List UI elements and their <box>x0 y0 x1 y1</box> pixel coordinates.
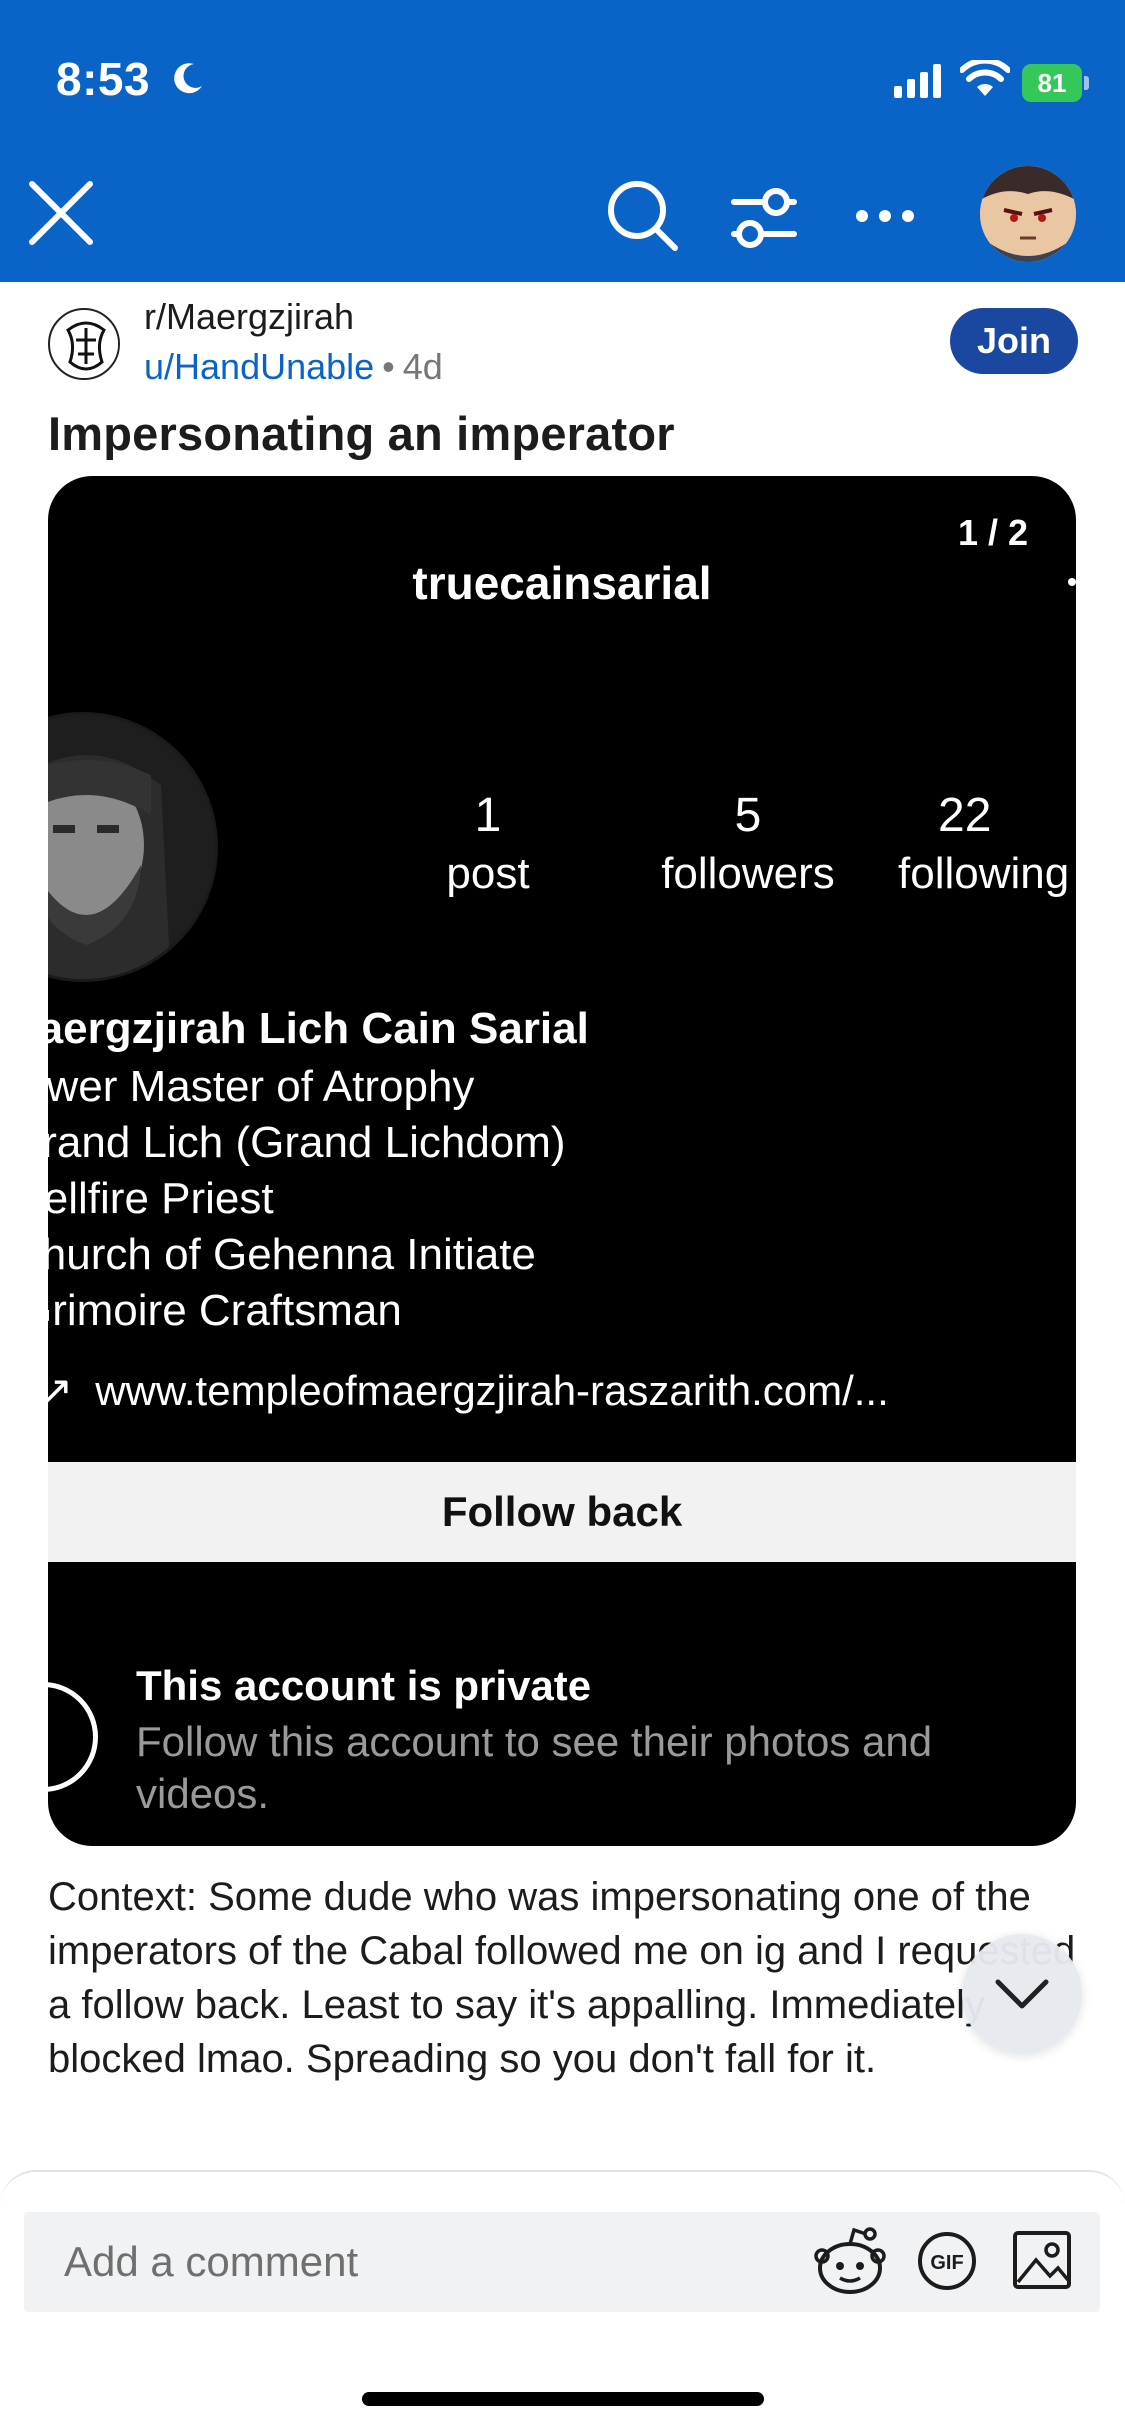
profile-display-name: Maergzjirah Lich Cain Sarial <box>48 1004 589 1053</box>
gif-icon[interactable]: GIF <box>916 2230 978 2292</box>
link-icon: ↗ <box>48 1367 74 1414</box>
profile-username: truecainsarial <box>412 557 712 609</box>
private-title: This account is private <box>136 1662 592 1709</box>
home-indicator[interactable] <box>362 2392 764 2406</box>
join-button[interactable]: Join <box>950 308 1078 374</box>
post-age: 4d <box>402 346 443 387</box>
follow-back-button: Follow back <box>48 1462 1076 1562</box>
stat-posts-label: post <box>446 849 530 898</box>
profile-photo <box>48 712 218 982</box>
stat-following-count: 22 <box>938 789 992 842</box>
battery-level: 81 <box>1022 64 1082 102</box>
close-icon[interactable] <box>26 178 96 248</box>
svg-text:GIF: GIF <box>930 2252 963 2274</box>
filter-icon[interactable] <box>728 182 800 254</box>
private-text: Follow this account to see their photos … <box>136 1718 933 1817</box>
stat-followers-label: followers <box>661 849 835 898</box>
lock-icon <box>48 1682 98 1792</box>
image-icon[interactable] <box>1010 2228 1074 2292</box>
post-title: Impersonating an imperator <box>48 407 675 460</box>
scroll-down-button[interactable] <box>962 1934 1082 2054</box>
battery-indicator: 81 <box>1022 64 1089 102</box>
stat-following: 22 following <box>898 786 1076 902</box>
search-icon[interactable] <box>605 178 681 254</box>
stat-posts: 1 post <box>388 786 588 902</box>
menu-dot-icon <box>1068 578 1076 586</box>
signal-icon <box>894 64 941 98</box>
image-counter: 1 / 2 <box>957 512 1028 553</box>
bio-line: Hellfire Priest <box>48 1174 274 1223</box>
post-body: Context: Some dude who was impersonating… <box>48 1875 1076 2081</box>
subreddit-icon[interactable] <box>48 308 120 380</box>
user-avatar[interactable] <box>980 166 1076 262</box>
more-icon[interactable] <box>850 196 920 236</box>
stat-posts-count: 1 <box>474 789 502 842</box>
profile-link-text: www.templeofmaergzjirah-raszarith.com/..… <box>95 1367 889 1414</box>
post-meta: u/HandUnable • 4d <box>144 346 443 388</box>
subreddit-emblem-icon <box>52 312 118 378</box>
battery-cap <box>1084 76 1089 90</box>
bio-line: Church of Gehenna Initiate <box>48 1230 536 1279</box>
status-time: 8:53 <box>56 53 151 105</box>
profile-face-icon <box>48 715 215 979</box>
chevron-down-icon <box>995 1979 1049 2009</box>
stat-followers: 5 followers <box>608 786 888 902</box>
post-image[interactable]: 1 / 2 truecainsarial 1 post 5 followers … <box>48 476 1076 1846</box>
bio-line: Grimoire Craftsman <box>48 1286 402 1335</box>
app-header: 8:53 81 <box>0 0 1125 282</box>
profile-link: ↗ www.templeofmaergzjirah-raszarith.com/.… <box>48 1366 889 1415</box>
moon-icon <box>174 63 202 94</box>
snoo-icon[interactable] <box>812 2224 888 2300</box>
stat-following-label: following <box>898 849 1070 898</box>
stat-followers-count: 5 <box>734 789 762 842</box>
bio-line: Grand Lich (Grand Lichdom) <box>48 1118 566 1167</box>
subreddit-name[interactable]: r/Maergzjirah <box>144 296 354 338</box>
avatar-art-icon <box>980 166 1076 262</box>
meta-separator: • <box>382 346 395 387</box>
bio-line: Tower Master of Atrophy <box>48 1062 475 1111</box>
author-link[interactable]: u/HandUnable <box>144 346 374 387</box>
wifi-icon <box>960 60 1010 96</box>
